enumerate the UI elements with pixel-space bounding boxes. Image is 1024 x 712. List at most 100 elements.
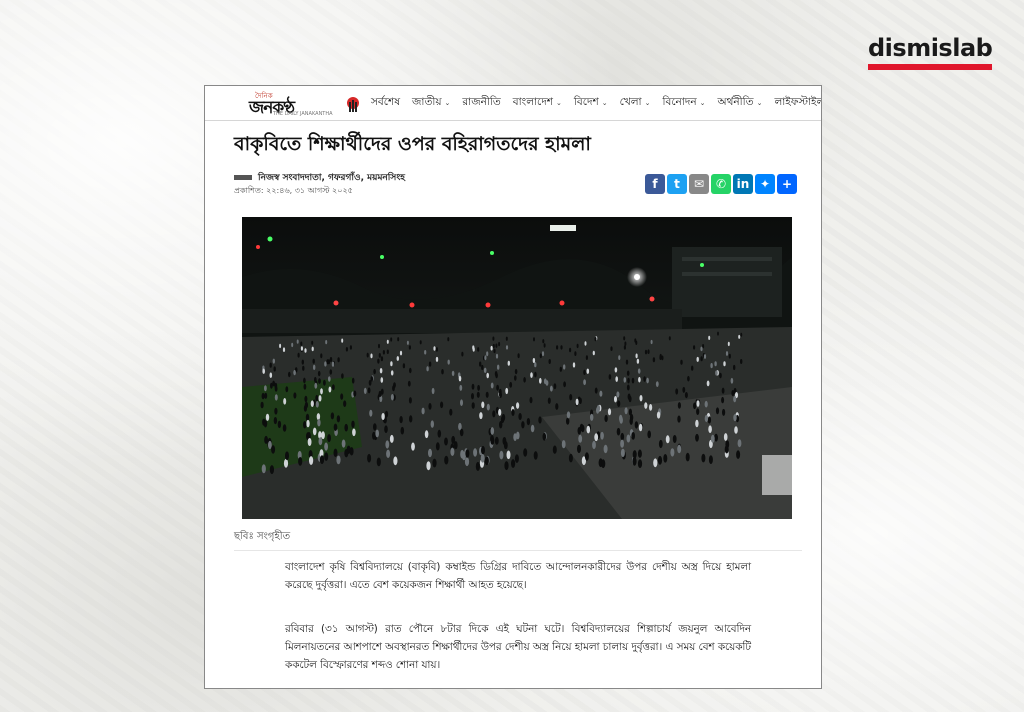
site-logo[interactable]: দৈনিক জনকণ্ঠ THE DAILY JANAKANTHA	[227, 90, 359, 118]
crowd-figure	[263, 420, 268, 428]
crowd-figure	[498, 408, 502, 416]
nav-item-4[interactable]: বিদেশ ⌄	[574, 95, 608, 112]
crowd-figure	[552, 445, 557, 454]
crowd-figure	[603, 444, 608, 454]
crowd-figure	[737, 439, 742, 448]
crowd-figure	[626, 370, 630, 376]
nav-item-2[interactable]: রাজনীতি	[462, 95, 500, 112]
crowd-figure	[269, 362, 272, 368]
nav-item-1[interactable]: জাতীয় ⌄	[412, 95, 450, 112]
article-headline: বাকৃবিতে শিক্ষার্থীদের ওপর বহিরাগতদের হা…	[234, 133, 591, 155]
crowd-figure	[318, 437, 323, 446]
share-plus-icon[interactable]: +	[777, 174, 797, 194]
nav-item-5[interactable]: খেলা ⌄	[620, 95, 651, 112]
nav-item-6[interactable]: বিনোদন ⌄	[662, 95, 705, 112]
crowd-figure	[301, 359, 304, 365]
nav-item-8[interactable]: লাইফস্টাইল	[774, 95, 821, 112]
crowd-figure	[496, 384, 499, 391]
crowd-figure	[721, 396, 725, 404]
crowd-figure	[618, 355, 621, 360]
crowd-figure	[386, 339, 389, 344]
crowd-figure	[332, 384, 335, 391]
crowd-figure	[390, 361, 393, 367]
crowd-figure	[505, 336, 508, 341]
crowd-figure	[303, 377, 306, 384]
nav-item-label: বিদেশ	[573, 95, 599, 108]
crowd-figure	[559, 366, 562, 372]
crowd-figure	[658, 439, 663, 449]
crowd-figure	[477, 347, 480, 352]
nav-item-3[interactable]: বাংলাদেশ ⌄	[513, 95, 562, 112]
crowd-figure	[534, 362, 537, 368]
crowd-figure	[268, 440, 272, 450]
twitter-icon[interactable]: t	[667, 174, 687, 194]
crowd-figure	[310, 400, 314, 407]
crowd-figure	[675, 388, 679, 395]
byline-text: নিজস্ব সংবাদদাতা, গফরগাঁও, ময়মনসিংহ	[258, 173, 405, 183]
crowd-figure	[725, 440, 730, 449]
crowd-figure	[631, 377, 635, 384]
crowd-figure	[449, 408, 453, 416]
crowd-figure	[450, 447, 455, 456]
crowd-figure	[677, 415, 681, 423]
publish-date: প্রকাশিত: ২২:৪৬, ৩১ আগস্ট ২০২৫	[234, 186, 353, 195]
crowd-figure	[514, 454, 519, 463]
facebook-icon[interactable]: f	[645, 174, 665, 194]
crowd-figure	[614, 367, 618, 373]
crowd-figure	[473, 448, 478, 457]
crowd-figure	[432, 458, 437, 468]
crowd-figure	[580, 424, 585, 433]
article-paragraph-2: রবিবার (৩১ আগস্ট) রাত পৌনে ৮টার দিকে এই …	[285, 623, 751, 671]
nav-item-label: বাংলাদেশ	[512, 95, 554, 108]
whatsapp-icon[interactable]: ✆	[711, 174, 731, 194]
crowd-figure	[594, 337, 597, 342]
crowd-figure	[725, 351, 729, 356]
crowd-figure	[647, 349, 650, 354]
crowd-figure	[626, 384, 630, 391]
crowd-figure	[634, 421, 639, 429]
crowd-figure	[373, 368, 376, 375]
crowd-figure	[325, 340, 328, 345]
email-icon[interactable]: ✉	[689, 174, 709, 194]
nav-item-7[interactable]: অর্থনীতি ⌄	[718, 95, 763, 112]
crowd-figure	[471, 383, 475, 390]
crowd-figure	[288, 371, 291, 378]
crowd-figure	[317, 370, 321, 377]
crowd-figure	[337, 357, 340, 363]
crowd-figure	[733, 395, 737, 403]
crowd-figure	[471, 402, 475, 409]
crowd-figure	[734, 426, 738, 434]
crowd-figure	[458, 375, 462, 382]
crowd-figure	[313, 364, 316, 370]
chevron-down-icon: ⌄	[556, 99, 562, 107]
crowd-figure	[380, 377, 384, 383]
crowd-figure	[668, 336, 671, 341]
crowd-figure	[585, 355, 588, 360]
crowd-figure	[495, 343, 498, 348]
crowd-figure	[604, 414, 608, 423]
crowd-figure	[693, 345, 696, 350]
nav-item-0[interactable]: সর্বশেষ	[371, 95, 400, 112]
crowd-figure	[533, 451, 538, 460]
crowd-figure	[695, 419, 699, 428]
crowd-figure	[386, 449, 391, 458]
crowd-figure	[503, 441, 508, 450]
messenger-icon[interactable]: ✦	[755, 174, 775, 194]
linkedin-icon[interactable]: in	[733, 174, 753, 194]
crowd-figure	[490, 382, 494, 389]
crowd-figure	[556, 345, 559, 350]
crowd-figure	[406, 340, 409, 345]
crowd-figure	[627, 377, 630, 384]
crowd-figure	[733, 364, 736, 371]
crowd-figure	[542, 432, 547, 441]
chevron-down-icon: ⌄	[699, 99, 706, 107]
crowd-figure	[444, 437, 448, 446]
crowd-figure	[372, 431, 376, 440]
crowd-figure	[411, 442, 415, 451]
crowd-figure	[314, 382, 318, 389]
crowd-figure	[490, 435, 494, 443]
crowd-figure	[626, 434, 631, 443]
crowd-figure	[731, 390, 735, 397]
crowd-figure	[608, 374, 612, 380]
crowd-figure	[440, 401, 444, 409]
